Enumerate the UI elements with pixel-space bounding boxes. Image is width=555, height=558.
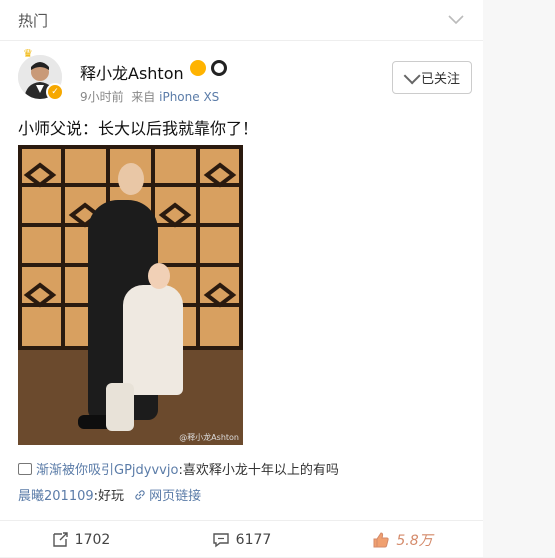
post-image[interactable]: @释小龙Ashton (18, 145, 243, 445)
action-bar: 1702 6177 5.8万 (0, 520, 483, 558)
check-icon (403, 66, 421, 84)
follow-button[interactable]: 已关注 (392, 61, 472, 94)
page-margin (483, 0, 555, 557)
comment-preview: 渐渐被你吸引GPjdyvvjo:喜欢释小龙十年以上的有吗 晨曦201109:好玩… (18, 458, 339, 510)
image-watermark: @释小龙Ashton (179, 433, 239, 442)
hot-header: 热门 (0, 0, 483, 41)
post-text: 小师父说：长大以后我就靠你了！ (18, 119, 259, 138)
list-item[interactable]: 晨曦201109:好玩 网页链接 (18, 484, 339, 510)
list-item[interactable]: 渐渐被你吸引GPjdyvvjo:喜欢释小龙十年以上的有吗 (18, 458, 339, 484)
comment-text: :喜欢释小龙十年以上的有吗 (178, 463, 339, 478)
comment-icon (212, 532, 229, 547)
post-time: 9小时前 (80, 90, 124, 104)
comment-bubble-icon (18, 463, 32, 475)
repost-count: 1702 (74, 531, 111, 548)
comment-button[interactable]: 6177 (161, 531, 322, 549)
like-count: 5.8万 (396, 532, 433, 549)
repost-button[interactable]: 1702 (0, 531, 161, 549)
comment-text: :好玩 (93, 489, 125, 504)
comment-user[interactable]: 晨曦201109 (18, 489, 94, 504)
web-link[interactable]: 网页链接 (134, 489, 201, 504)
link-icon (135, 490, 145, 500)
weibo-card: 热门 ♛ ✓ 释小龙Ashton 9小时前 来自 iPhone XS 已关注 小… (0, 0, 483, 557)
crown-icon: ♛ (23, 47, 33, 60)
repost-icon (52, 531, 68, 547)
avatar[interactable]: ♛ ✓ (18, 47, 64, 101)
post-meta: 9小时前 来自 iPhone XS (80, 88, 219, 105)
source-prefix: 来自 (131, 90, 156, 104)
comment-count: 6177 (235, 531, 272, 548)
follow-label: 已关注 (420, 72, 460, 87)
comment-user[interactable]: 渐渐被你吸引GPjdyvvjo (36, 463, 178, 478)
chevron-down-icon[interactable] (447, 11, 465, 29)
verified-badge-icon: ✓ (46, 83, 64, 101)
user-name[interactable]: 释小龙Ashton (80, 60, 184, 84)
section-title: 热门 (18, 11, 49, 30)
panda-icon (211, 60, 227, 76)
emoji-icon (190, 60, 206, 76)
post-source[interactable]: iPhone XS (159, 90, 219, 104)
thumbs-up-icon (373, 531, 389, 547)
like-button[interactable]: 5.8万 (322, 530, 483, 550)
web-link-label: 网页链接 (149, 489, 202, 504)
